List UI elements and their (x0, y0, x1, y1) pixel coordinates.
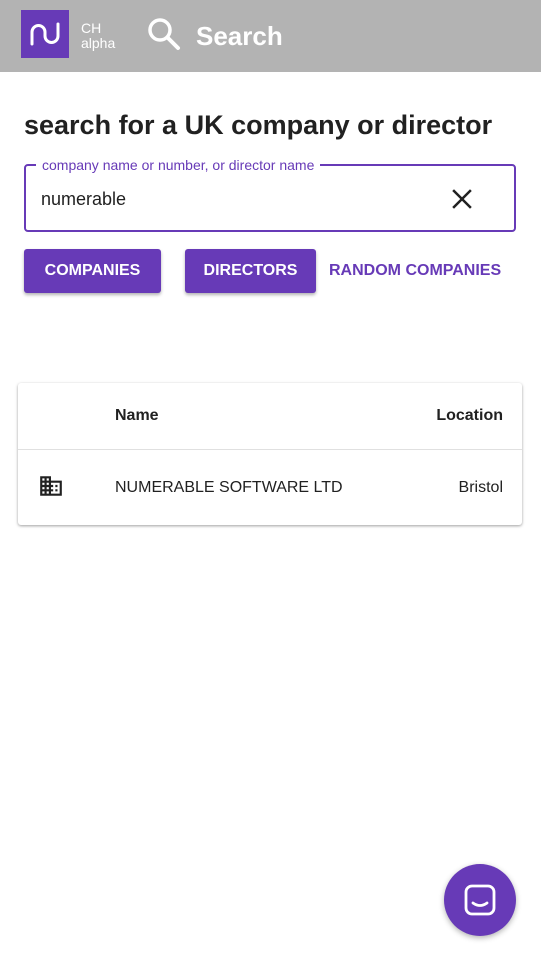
company-location-cell: Bristol (458, 479, 503, 496)
search-field: company name or number, or director name (24, 157, 516, 232)
brand-line-2: alpha (81, 35, 116, 51)
results-table: Name Location NUMERABLE SOFTWARE LTD Bri… (18, 383, 522, 525)
search-field-label: company name or number, or director name (36, 157, 321, 173)
table-row[interactable]: NUMERABLE SOFTWARE LTD Bristol (18, 451, 522, 525)
search-nav-button[interactable]: Search (146, 16, 283, 56)
companies-button[interactable]: COMPANIES (24, 249, 161, 293)
close-icon[interactable] (448, 185, 476, 213)
app-bar: CH alpha Search (0, 0, 541, 72)
random-companies-button[interactable]: RANDOM COMPANIES (329, 249, 501, 293)
search-icon (146, 16, 182, 57)
page-title: search for a UK company or director (24, 110, 493, 140)
building-icon (38, 473, 64, 499)
chat-launcher-button[interactable] (444, 864, 516, 936)
company-name-cell: NUMERABLE SOFTWARE LTD (115, 479, 343, 496)
search-input[interactable] (41, 184, 431, 214)
directors-button[interactable]: DIRECTORS (185, 249, 316, 293)
column-header-location[interactable]: Location (436, 407, 503, 425)
table-header: Name Location (18, 383, 522, 450)
brand-line-1: CH (81, 20, 102, 36)
brand-name: CH alpha (81, 21, 115, 51)
column-header-name[interactable]: Name (115, 407, 159, 425)
search-nav-label: Search (196, 20, 283, 51)
nu-logo-icon[interactable] (21, 10, 69, 58)
